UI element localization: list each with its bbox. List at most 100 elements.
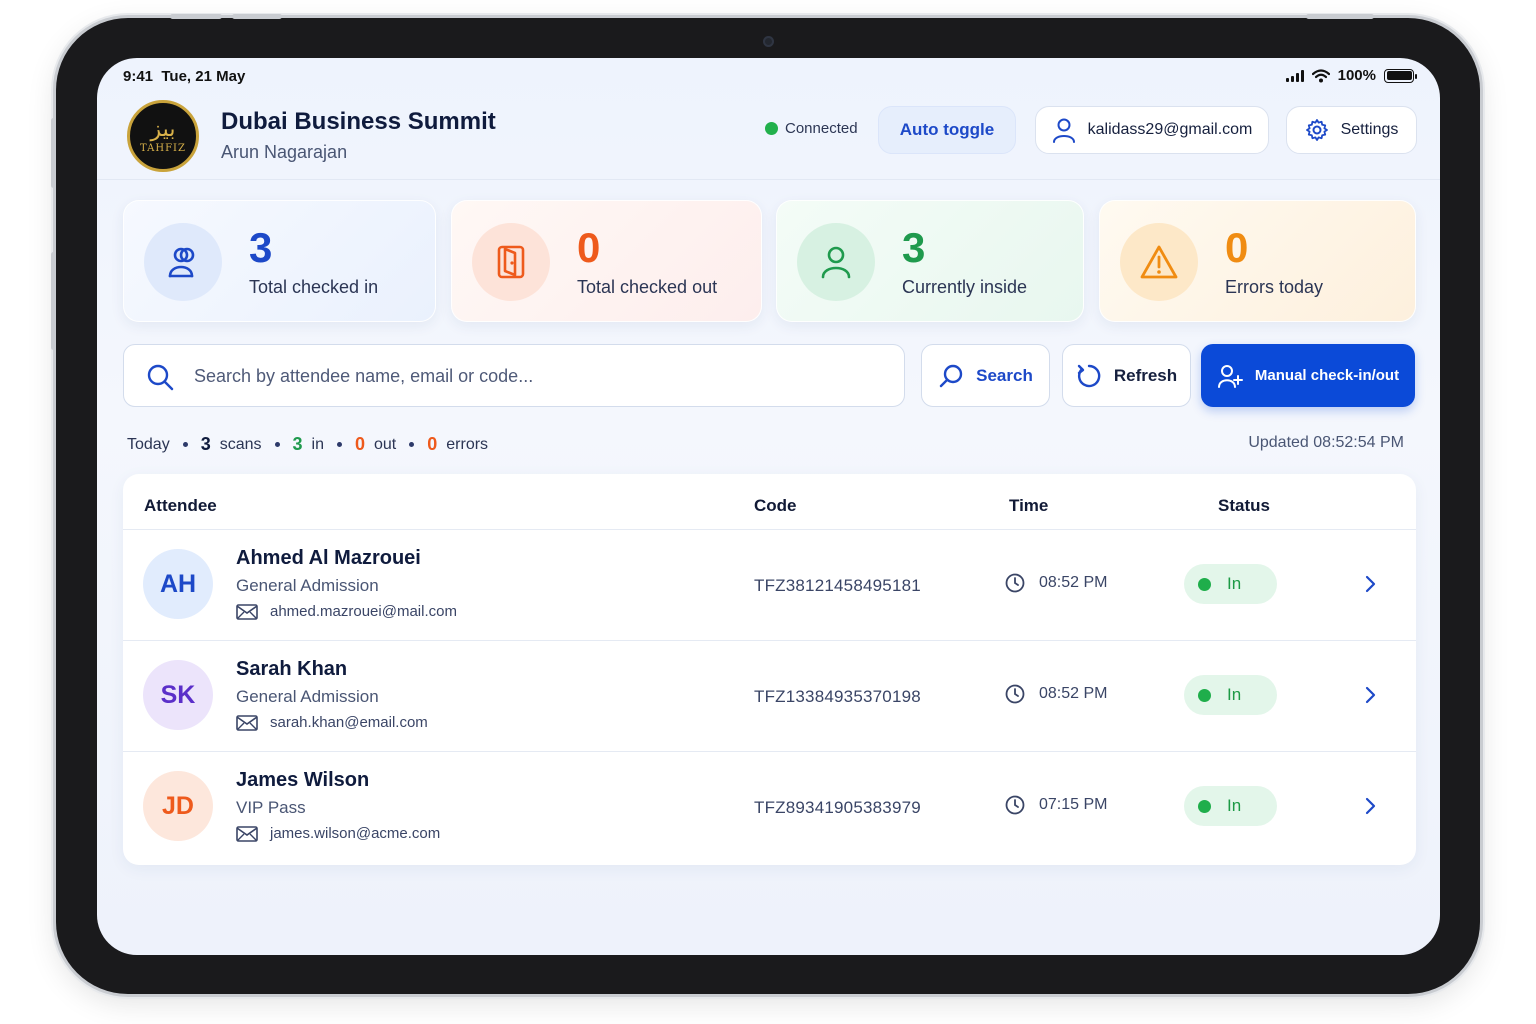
status-date: Tue, 21 May <box>161 68 246 85</box>
search-field[interactable] <box>123 344 905 407</box>
ticket-code: TFZ89341905383979 <box>754 798 921 817</box>
connection-label: Connected <box>785 120 858 137</box>
today-summary: Today 3 scans 3 in 0 out 0 errors <box>127 434 488 455</box>
status-dot-icon <box>1198 688 1211 702</box>
stat-card-checked-in: 3 Total checked in <box>123 200 436 322</box>
chevron-right-icon[interactable] <box>1363 796 1377 816</box>
stat-value: 0 <box>577 224 601 271</box>
attendee-ticket-type: VIP Pass <box>236 798 306 817</box>
column-header-code[interactable]: Code <box>754 496 797 516</box>
stat-label: Errors today <box>1225 277 1324 297</box>
mail-icon <box>236 825 258 842</box>
user-icon <box>821 246 851 279</box>
manual-check-button[interactable]: Manual check-in/out <box>1201 344 1415 407</box>
summary-today: Today <box>127 435 170 453</box>
refresh-icon <box>1077 364 1101 387</box>
attendee-name: James Wilson <box>236 769 370 791</box>
attendee-email-text: james.wilson@acme.com <box>270 825 441 842</box>
ticket-code: TFZ13384935370198 <box>754 687 921 706</box>
event-title: Dubai Business Summit <box>221 108 496 135</box>
attendee-email: ahmed.mazrouei@mail.com <box>236 603 457 620</box>
table-row[interactable]: AH Ahmed Al Mazrouei General Admission a… <box>123 530 1416 641</box>
column-header-attendee[interactable]: Attendee <box>144 496 217 516</box>
search-button[interactable]: Search <box>921 344 1050 407</box>
battery-icon <box>1384 68 1417 83</box>
scan-time-text: 08:52 PM <box>1039 685 1108 702</box>
table-row[interactable]: JD James Wilson VIP Pass james.wilson@ac… <box>123 752 1416 863</box>
status-badge: In <box>1184 564 1277 604</box>
chevron-right-icon[interactable] <box>1363 574 1377 594</box>
user-account-button[interactable]: kalidass29@gmail.com <box>1035 106 1269 154</box>
connection-dot-icon <box>765 122 778 135</box>
scan-time: 08:52 PM <box>1005 684 1107 704</box>
column-header-status[interactable]: Status <box>1218 496 1270 516</box>
status-dot-icon <box>1198 799 1211 813</box>
user-email: kalidass29@gmail.com <box>1087 121 1253 138</box>
stat-label: Total checked out <box>577 277 718 297</box>
hardware-button-top-left-2 <box>232 14 282 19</box>
stat-card-currently-inside: 3 Currently inside <box>776 200 1084 322</box>
stat-value: 3 <box>249 224 273 271</box>
status-clock: 9:41 <box>123 68 154 85</box>
refresh-button[interactable]: Refresh <box>1062 344 1191 407</box>
refresh-button-label: Refresh <box>1113 365 1178 385</box>
stat-card-errors: 0 Errors today <box>1099 200 1416 322</box>
mail-icon <box>236 714 258 731</box>
logo-text: TAHFIZ <box>140 142 186 154</box>
hardware-button-top-left <box>170 14 222 19</box>
stat-icon-wrapper <box>472 223 550 301</box>
stat-label: Total checked in <box>249 277 379 297</box>
search-icon <box>939 364 963 387</box>
stat-icon-wrapper <box>1120 223 1198 301</box>
battery-percent: 100% <box>1337 67 1376 84</box>
auto-toggle-button[interactable]: Auto toggle <box>878 106 1016 154</box>
auto-toggle-label: Auto toggle <box>899 120 995 139</box>
logo-glyph: بيز <box>150 116 176 142</box>
stat-icon-wrapper <box>144 223 222 301</box>
hardware-button-side-1 <box>51 118 56 188</box>
table-row[interactable]: SK Sarah Khan General Admission sarah.kh… <box>123 641 1416 752</box>
avatar: SK <box>143 660 213 730</box>
search-button-label: Search <box>976 365 1033 385</box>
status-time: 9:41 Tue, 21 May <box>123 68 245 85</box>
app-header: بيز TAHFIZ Dubai Business Summit Arun Na… <box>97 92 1440 180</box>
search-input[interactable] <box>194 355 884 397</box>
summary-scans-count: 3 <box>200 434 211 454</box>
status-text: In <box>1227 574 1242 593</box>
clock-icon <box>1005 573 1025 593</box>
summary-separator <box>409 442 415 447</box>
users-icon <box>168 247 195 278</box>
hardware-button-side-2 <box>51 252 56 350</box>
status-text: In <box>1227 685 1242 704</box>
scan-time: 08:52 PM <box>1005 573 1107 593</box>
attendee-ticket-type: General Admission <box>236 576 379 595</box>
warning-icon <box>1140 245 1178 279</box>
scan-time-text: 08:52 PM <box>1039 574 1108 591</box>
summary-separator <box>274 442 280 447</box>
scan-time-text: 07:15 PM <box>1039 796 1108 813</box>
gear-icon <box>1305 119 1328 141</box>
settings-button[interactable]: Settings <box>1286 106 1417 154</box>
column-header-time[interactable]: Time <box>1009 496 1048 516</box>
attendee-email-text: ahmed.mazrouei@mail.com <box>270 603 457 620</box>
summary-out-label: out <box>374 435 397 453</box>
stat-value: 0 <box>1225 224 1249 271</box>
status-badge: In <box>1184 675 1277 715</box>
summary-errors-count: 0 <box>427 434 438 454</box>
attendee-name: Ahmed Al Mazrouei <box>236 547 421 569</box>
connection-status: Connected <box>765 120 858 137</box>
mail-icon <box>236 603 258 620</box>
summary-in-count: 3 <box>292 434 303 454</box>
status-badge: In <box>1184 786 1277 826</box>
stat-icon-wrapper <box>797 223 875 301</box>
avatar: AH <box>143 549 213 619</box>
attendee-table: Attendee Code Time Status AH Ahmed Al Ma… <box>123 474 1416 865</box>
stat-value: 3 <box>902 224 926 271</box>
summary-scans-label: scans <box>219 435 262 453</box>
event-owner: Arun Nagarajan <box>221 142 348 162</box>
summary-separator <box>336 442 342 447</box>
chevron-right-icon[interactable] <box>1363 685 1377 705</box>
status-dot-icon <box>1198 577 1211 591</box>
stat-card-checked-out: 0 Total checked out <box>451 200 762 322</box>
exit-door-icon <box>497 245 525 279</box>
